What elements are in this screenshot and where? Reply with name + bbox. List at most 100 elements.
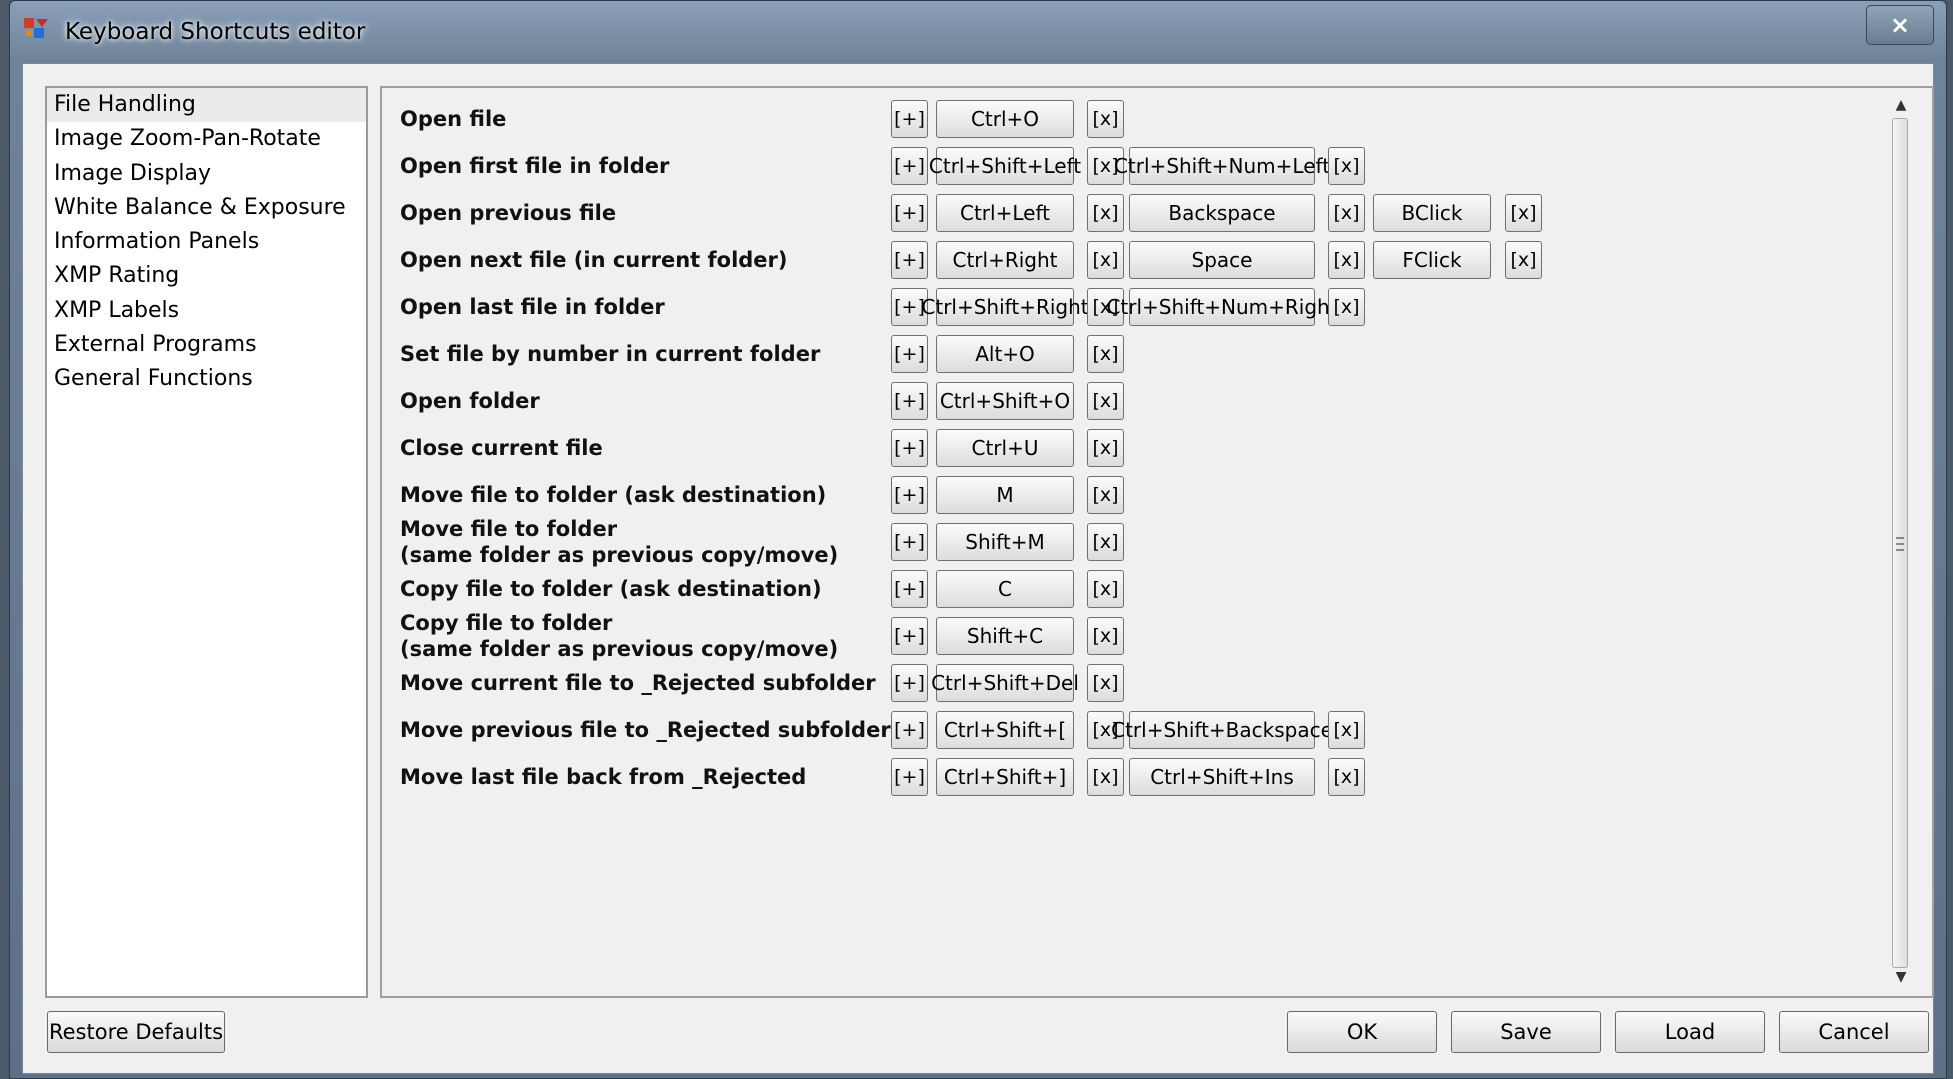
category-item[interactable]: White Balance & Exposure xyxy=(47,191,366,225)
remove-shortcut-button[interactable]: [x] xyxy=(1087,100,1124,138)
shortcut-label: Open previous file xyxy=(400,201,617,225)
vertical-scrollbar[interactable]: ▲ ▼ xyxy=(1890,96,1912,986)
category-item[interactable]: Image Zoom-Pan-Rotate xyxy=(47,122,366,156)
key-binding-button[interactable]: Ctrl+Shift+Right xyxy=(921,288,1089,326)
remove-shortcut-button[interactable]: [x] xyxy=(1328,711,1365,749)
category-item[interactable]: XMP Rating xyxy=(47,259,366,293)
remove-shortcut-button[interactable]: [x] xyxy=(1087,664,1124,702)
remove-shortcut-button[interactable]: [x] xyxy=(1328,758,1365,796)
add-shortcut-button[interactable]: [+] xyxy=(891,194,928,232)
add-shortcut-button[interactable]: [+] xyxy=(891,382,928,420)
key-binding-button[interactable]: Space xyxy=(1129,241,1315,279)
remove-shortcut-button[interactable]: [x] xyxy=(1087,335,1124,373)
category-item[interactable]: Information Panels xyxy=(47,225,366,259)
add-shortcut-button[interactable]: [+] xyxy=(891,523,928,561)
title-bar[interactable]: Keyboard Shortcuts editor × xyxy=(10,1,1946,63)
shortcut-row: Move previous file to _Rejected subfolde… xyxy=(382,707,1882,753)
add-shortcut-button[interactable]: [+] xyxy=(891,617,928,655)
key-binding-button[interactable]: Backspace xyxy=(1129,194,1315,232)
shortcut-label: Open next file (in current folder) xyxy=(400,248,788,272)
shortcut-row: Move file to folder (ask destination) [+]… xyxy=(382,472,1882,518)
key-binding-button[interactable]: Ctrl+U xyxy=(936,429,1074,467)
shortcut-label: Move previous file to _Rejected subfolde… xyxy=(400,718,891,742)
grip-icon xyxy=(1896,537,1904,551)
key-binding-button[interactable]: Ctrl+Shift+Ins xyxy=(1129,758,1315,796)
load-button[interactable]: Load xyxy=(1615,1011,1765,1053)
scroll-down-arrow-icon[interactable]: ▼ xyxy=(1890,968,1912,986)
shortcut-label: Close current file xyxy=(400,436,603,460)
remove-shortcut-button[interactable]: [x] xyxy=(1087,382,1124,420)
key-binding-button[interactable]: BClick xyxy=(1373,194,1491,232)
shortcut-row: Move file to folder (same folder as prev… xyxy=(382,517,1882,567)
shortcut-label: Move last file back from _Rejected xyxy=(400,765,807,789)
remove-shortcut-button[interactable]: [x] xyxy=(1087,523,1124,561)
shortcut-row: Move current file to _Rejected subfolder… xyxy=(382,660,1882,706)
key-binding-button[interactable]: Ctrl+Left xyxy=(936,194,1074,232)
shortcut-label: Open last file in folder xyxy=(400,295,665,319)
shortcut-row: Open last file in folder [+] Ctrl+Shift+Ri… xyxy=(382,284,1882,330)
close-button[interactable]: × xyxy=(1866,5,1934,45)
remove-shortcut-button[interactable]: [x] xyxy=(1087,617,1124,655)
add-shortcut-button[interactable]: [+] xyxy=(891,664,928,702)
scroll-thumb[interactable] xyxy=(1892,118,1908,968)
add-shortcut-button[interactable]: [+] xyxy=(891,570,928,608)
key-binding-button[interactable]: C xyxy=(936,570,1074,608)
scroll-up-arrow-icon[interactable]: ▲ xyxy=(1890,96,1912,114)
category-item[interactable]: File Handling xyxy=(47,88,366,123)
restore-defaults-button[interactable]: Restore Defaults xyxy=(47,1011,225,1053)
add-shortcut-button[interactable]: [+] xyxy=(891,241,928,279)
key-binding-button[interactable]: Ctrl+Shift+Num+Left xyxy=(1114,147,1330,185)
category-item[interactable]: External Programs xyxy=(47,328,366,362)
shortcut-row: Move last file back from _Rejected [+] Ctr… xyxy=(382,754,1882,800)
dialog-client-area: File Handling Image Zoom-Pan-Rotate Image … xyxy=(22,63,1934,1074)
add-shortcut-button[interactable]: [+] xyxy=(891,476,928,514)
key-binding-button[interactable]: Ctrl+Shift+Left xyxy=(929,147,1081,185)
add-shortcut-button[interactable]: [+] xyxy=(891,100,928,138)
ok-button[interactable]: OK xyxy=(1287,1011,1437,1053)
remove-shortcut-button[interactable]: [x] xyxy=(1087,570,1124,608)
add-shortcut-button[interactable]: [+] xyxy=(891,429,928,467)
category-item[interactable]: General Functions xyxy=(47,362,366,396)
key-binding-button[interactable]: Ctrl+Shift+Del xyxy=(931,664,1079,702)
add-shortcut-button[interactable]: [+] xyxy=(891,335,928,373)
remove-shortcut-button[interactable]: [x] xyxy=(1087,241,1124,279)
remove-shortcut-button[interactable]: [x] xyxy=(1328,194,1365,232)
shortcut-label: Set file by number in current folder xyxy=(400,342,821,366)
remove-shortcut-button[interactable]: [x] xyxy=(1328,288,1365,326)
remove-shortcut-button[interactable]: [x] xyxy=(1087,194,1124,232)
add-shortcut-button[interactable]: [+] xyxy=(891,711,928,749)
key-binding-button[interactable]: Ctrl+Shift+Num+Right xyxy=(1106,288,1338,326)
shortcuts-editor-window: Keyboard Shortcuts editor × File Handlin… xyxy=(9,0,1947,1079)
key-binding-button[interactable]: Ctrl+Shift+] xyxy=(936,758,1074,796)
category-item[interactable]: Image Display xyxy=(47,157,366,191)
category-item[interactable]: XMP Labels xyxy=(47,294,366,328)
shortcut-row: Open previous file [+] Ctrl+Left [x] Backspa… xyxy=(382,190,1882,236)
key-binding-button[interactable]: Ctrl+Shift+O xyxy=(936,382,1074,420)
remove-shortcut-button[interactable]: [x] xyxy=(1087,476,1124,514)
cancel-button[interactable]: Cancel xyxy=(1779,1011,1929,1053)
remove-shortcut-button[interactable]: [x] xyxy=(1505,194,1542,232)
key-binding-button[interactable]: M xyxy=(936,476,1074,514)
key-binding-button[interactable]: Alt+O xyxy=(936,335,1074,373)
shortcuts-panel[interactable]: ▲ ▼ Open file [+] Ctrl+O [x] Open first file… xyxy=(380,86,1934,998)
key-binding-button[interactable]: Ctrl+Shift+[ xyxy=(936,711,1074,749)
save-button[interactable]: Save xyxy=(1451,1011,1601,1053)
remove-shortcut-button[interactable]: [x] xyxy=(1087,758,1124,796)
remove-shortcut-button[interactable]: [x] xyxy=(1328,147,1365,185)
shortcut-row: Close current file [+] Ctrl+U [x] xyxy=(382,425,1882,471)
remove-shortcut-button[interactable]: [x] xyxy=(1328,241,1365,279)
remove-shortcut-button[interactable]: [x] xyxy=(1505,241,1542,279)
key-binding-button[interactable]: Shift+C xyxy=(936,617,1074,655)
key-binding-button[interactable]: FClick xyxy=(1373,241,1491,279)
shortcut-label: Copy file to folder (same folder as prev… xyxy=(400,611,839,661)
key-binding-button[interactable]: Ctrl+O xyxy=(936,100,1074,138)
shortcut-row: Open file [+] Ctrl+O [x] xyxy=(382,96,1882,142)
remove-shortcut-button[interactable]: [x] xyxy=(1087,429,1124,467)
key-binding-button[interactable]: Ctrl+Shift+Backspace xyxy=(1111,711,1333,749)
category-list[interactable]: File Handling Image Zoom-Pan-Rotate Image … xyxy=(45,86,368,998)
key-binding-button[interactable]: Shift+M xyxy=(936,523,1074,561)
add-shortcut-button[interactable]: [+] xyxy=(891,147,928,185)
shortcut-row: Open first file in folder [+] Ctrl+Shift+L… xyxy=(382,143,1882,189)
key-binding-button[interactable]: Ctrl+Right xyxy=(936,241,1074,279)
add-shortcut-button[interactable]: [+] xyxy=(891,758,928,796)
